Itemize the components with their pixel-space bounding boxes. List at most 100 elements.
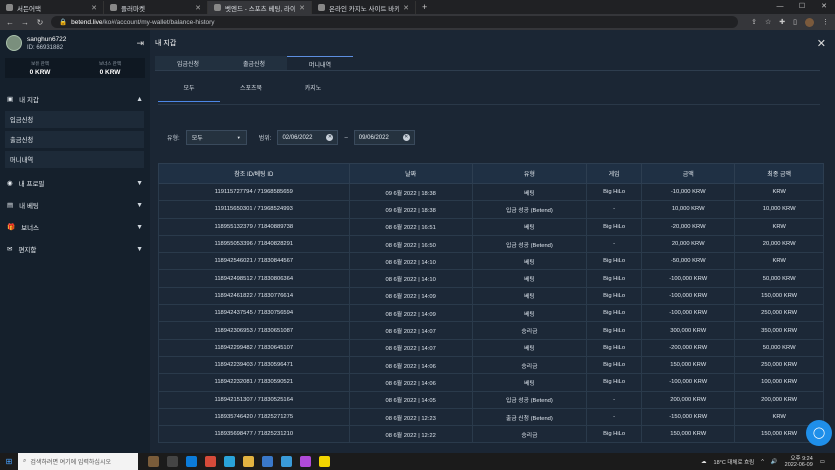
- table-cell: 200,000 KRW: [734, 390, 824, 409]
- file-explorer-icon[interactable]: [243, 456, 254, 467]
- url-host: betend.live: [71, 18, 103, 26]
- type-label: 유형:: [167, 136, 180, 142]
- sidebar-item-profile[interactable]: ◉ 내 프로필 ▼: [0, 172, 150, 194]
- close-tab-icon[interactable]: ✕: [299, 4, 305, 12]
- url-bar[interactable]: 🔒 betend.live/ko#/account/my-wallet/bala…: [51, 16, 739, 28]
- subtab-sportsbook[interactable]: 스포츠북: [220, 83, 282, 102]
- taskbar-app-icon[interactable]: [262, 456, 273, 467]
- column-header: 유형: [471, 163, 588, 184]
- avatar[interactable]: [6, 35, 22, 51]
- table-row: 118942306953 / 71830651087 08 6월 2022 | 1…: [158, 321, 824, 340]
- table-cell: 119115650301 / 71968524993: [158, 200, 350, 219]
- chrome-icon[interactable]: [205, 456, 216, 467]
- tray-arrow-icon[interactable]: ^: [761, 459, 764, 465]
- clear-date-icon[interactable]: ✕: [402, 134, 410, 141]
- table-row: 118935746420 / 71825271275 08 6월 2022 | 1…: [158, 407, 824, 427]
- history-subtabs: 모두 스포츠북 카지노: [158, 83, 344, 102]
- table-row: 118942498512 / 71830806364 08 6월 2022 | 1…: [158, 269, 824, 288]
- close-window-icon[interactable]: ✕: [813, 0, 835, 14]
- table-cell: -200,000 KRW: [641, 338, 736, 357]
- taskbar-app-icon[interactable]: [224, 456, 235, 467]
- taskbar-app-icon[interactable]: [281, 456, 292, 467]
- edge-icon[interactable]: [186, 456, 197, 467]
- volume-icon[interactable]: 🔊: [771, 459, 778, 465]
- table-cell: Big HiLo: [586, 321, 643, 340]
- close-tab-icon[interactable]: ✕: [403, 4, 409, 12]
- table-row: 118942239403 / 71830596471 08 6월 2022 | 1…: [158, 355, 824, 375]
- share-icon[interactable]: ⇪: [751, 18, 757, 26]
- main-balance: 보유 잔액 0 KRW: [5, 58, 75, 78]
- browser-tab[interactable]: 벳엔드 - 스포츠 베팅, 라이브 카✕: [208, 1, 312, 14]
- minimize-icon[interactable]: —: [769, 0, 791, 14]
- sidebar-item-inbox[interactable]: ✉ 편지함 ▼: [0, 238, 150, 260]
- tab-withdraw[interactable]: 출금신청: [221, 56, 287, 70]
- table-cell: 250,000 KRW: [734, 304, 824, 323]
- taskbar-search-placeholder: 검색하려면 여기에 입력하십시오: [30, 460, 111, 466]
- taskbar-app-icon[interactable]: [148, 456, 159, 467]
- main-balance-label: 보유 잔액: [31, 61, 49, 66]
- table-cell: 118935698477 / 71825231210: [158, 425, 350, 444]
- column-header: 최종 금액: [734, 163, 824, 184]
- clock-date: 2022-06-09: [784, 461, 813, 468]
- mail-icon: ✉: [7, 246, 13, 253]
- table-cell: Big HiLo: [586, 425, 643, 444]
- menu-dots-icon[interactable]: ⋮: [822, 18, 829, 26]
- logout-icon[interactable]: ⇥: [136, 38, 144, 49]
- sidepanel-icon[interactable]: ▯: [793, 18, 797, 26]
- type-select[interactable]: 모두 ▼: [185, 130, 247, 145]
- reload-icon[interactable]: ↻: [36, 18, 44, 27]
- sidebar-item-money-history[interactable]: 머니내역: [5, 151, 144, 168]
- windows-taskbar: ⊞ ⌕ 검색하려면 여기에 입력하십시오 ☁ 18°C 대체로 흐림 ^ 🔊 오…: [0, 453, 835, 470]
- sidebar-item-bets[interactable]: ▤ 내 베팅 ▼: [0, 194, 150, 216]
- favicon-icon: [110, 4, 117, 11]
- browser-tab[interactable]: 플러마켓 ✕: [104, 1, 208, 14]
- clear-date-icon[interactable]: ✕: [326, 134, 334, 141]
- subtabs-divider: [158, 104, 820, 105]
- date-from-field[interactable]: 02/06/2022 ✕: [277, 130, 339, 145]
- sidebar-item-deposit[interactable]: 입금신청: [5, 111, 144, 128]
- table-cell: 150,000 KRW: [734, 286, 824, 306]
- gift-icon: 🎁: [7, 224, 16, 231]
- tab-deposit[interactable]: 입금신청: [155, 56, 221, 70]
- profile-avatar[interactable]: [805, 17, 814, 27]
- windows-start-icon[interactable]: ⊞: [0, 457, 18, 466]
- browser-tab[interactable]: 온라인 카지노 사이트 바카라 사✕: [312, 1, 416, 14]
- taskbar-app-icon[interactable]: [300, 456, 311, 467]
- clock[interactable]: 오후 9:24 2022-06-09: [785, 456, 813, 468]
- close-tab-icon[interactable]: ✕: [91, 4, 97, 12]
- notification-icon[interactable]: ▭: [820, 459, 825, 465]
- sidebar-item-wallet[interactable]: ▣ 내 지갑 ▲: [0, 88, 150, 110]
- kakaotalk-icon[interactable]: [319, 456, 330, 467]
- date-to-field[interactable]: 09/06/2022 ✕: [353, 130, 415, 145]
- subtab-all[interactable]: 모두: [158, 83, 220, 102]
- new-tab-icon[interactable]: +: [416, 1, 433, 14]
- filter-bar: 유형: 모두 ▼ 범위: 02/06/2022 ✕ – 09/06/2022 ✕: [167, 130, 415, 145]
- chat-support-button[interactable]: ◯: [806, 420, 832, 446]
- user-id: ID: 66931882: [27, 44, 64, 51]
- taskbar-search[interactable]: ⌕ 검색하려면 여기에 입력하십시오: [18, 453, 138, 470]
- sidebar-item-bonus[interactable]: 🎁 보너스 ▼: [0, 216, 150, 238]
- bookmark-star-icon[interactable]: ☆: [765, 18, 771, 26]
- tab-money-history[interactable]: 머니내역: [287, 56, 353, 70]
- table-cell: -100,000 KRW: [641, 373, 736, 392]
- browser-tab[interactable]: 서든어택 ✕: [0, 1, 104, 14]
- user-box: sanghun6722 ID: 66931882 ⇥: [0, 30, 150, 56]
- table-cell: Big HiLo: [586, 304, 643, 323]
- table-cell: -100,000 KRW: [641, 269, 736, 288]
- table-cell: 100,000 KRW: [734, 373, 824, 392]
- balance-box: 보유 잔액 0 KRW 보너스 잔액 0 KRW: [5, 58, 145, 78]
- extensions-icon[interactable]: ✚: [779, 18, 785, 26]
- maximize-icon[interactable]: ☐: [791, 0, 813, 14]
- table-cell: 200,000 KRW: [641, 390, 736, 409]
- table-row: 118942437545 / 71830756594 08 6월 2022 | 1…: [158, 304, 824, 323]
- favicon-icon: [214, 4, 221, 11]
- forward-icon[interactable]: →: [21, 18, 29, 27]
- close-icon[interactable]: ✕: [817, 37, 826, 50]
- close-tab-icon[interactable]: ✕: [195, 4, 201, 12]
- table-cell: 118942437545 / 71830756594: [158, 304, 350, 323]
- task-view-icon[interactable]: [167, 456, 178, 467]
- sidebar-item-withdraw[interactable]: 출금신청: [5, 131, 144, 148]
- weather-icon: ☁: [701, 458, 707, 465]
- back-icon[interactable]: ←: [6, 18, 14, 27]
- subtab-casino[interactable]: 카지노: [282, 83, 344, 102]
